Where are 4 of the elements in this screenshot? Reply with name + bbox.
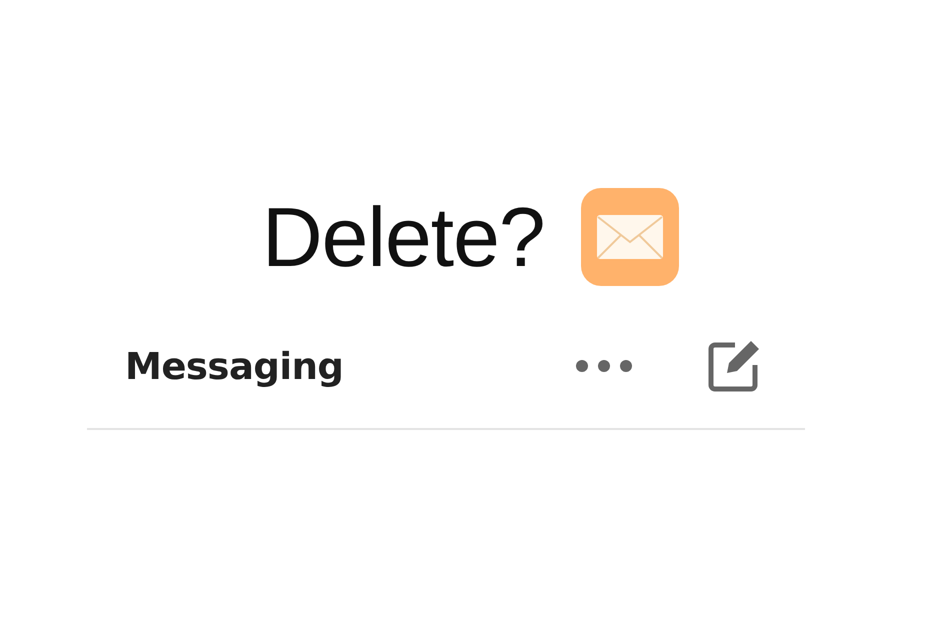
header-title: Messaging: [125, 344, 344, 388]
envelope-icon: [580, 188, 679, 286]
more-icon[interactable]: [575, 359, 633, 373]
headline: Delete?: [262, 189, 545, 286]
